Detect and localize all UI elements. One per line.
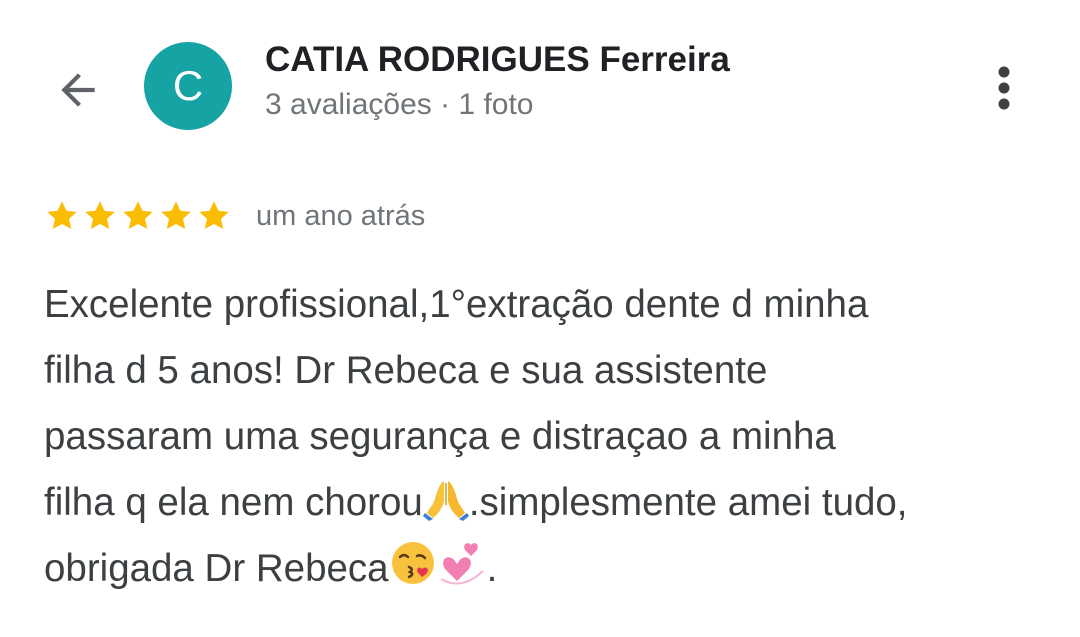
review-line-part: filha q ela nem chorou bbox=[44, 481, 423, 524]
star-icon bbox=[123, 201, 153, 230]
star-rating bbox=[44, 198, 234, 234]
rating-row: um ano atrás bbox=[44, 196, 425, 236]
review-line-part: .simplesmente amei tudo, bbox=[468, 481, 908, 524]
folded-hands-emoji bbox=[422, 481, 469, 521]
back-button[interactable] bbox=[46, 58, 110, 122]
review-line-part: . bbox=[486, 547, 498, 590]
review-line: filha d 5 anos! Dr Rebeca e sua assisten… bbox=[44, 349, 768, 392]
review-line: obrigada Dr Rebeca . bbox=[44, 536, 1054, 602]
revolving-hearts-emoji bbox=[440, 543, 484, 585]
review-line-part: obrigada Dr Rebeca bbox=[44, 547, 389, 590]
review-line: passaram uma segurança e distraçao a min… bbox=[44, 415, 836, 458]
more-options-button[interactable] bbox=[980, 58, 1028, 118]
reviewer-meta: 3 avaliações · 1 foto bbox=[265, 88, 534, 121]
avatar-letter: C bbox=[172, 62, 204, 109]
review-time: um ano atrás bbox=[256, 199, 426, 232]
star-icon bbox=[199, 201, 229, 230]
more-vert-icon bbox=[998, 66, 1010, 110]
star-icon bbox=[47, 201, 77, 230]
review-line: filha q ela nem chorou .simplesmente ame… bbox=[44, 470, 1054, 536]
avatar[interactable]: C bbox=[144, 42, 232, 130]
review-line: Excelente profissional,1°extração dente … bbox=[44, 283, 869, 326]
star-icon bbox=[85, 201, 115, 230]
kissing-face-emoji bbox=[391, 542, 434, 584]
review-detail-page: C CATIA RODRIGUES Ferreira 3 avaliações … bbox=[0, 0, 1080, 637]
star-icon bbox=[161, 201, 191, 230]
review-text: Excelente profissional,1°extração dente … bbox=[44, 272, 1054, 602]
arrow-back-icon bbox=[61, 73, 95, 107]
reviewer-name[interactable]: CATIA RODRIGUES Ferreira bbox=[265, 40, 730, 80]
